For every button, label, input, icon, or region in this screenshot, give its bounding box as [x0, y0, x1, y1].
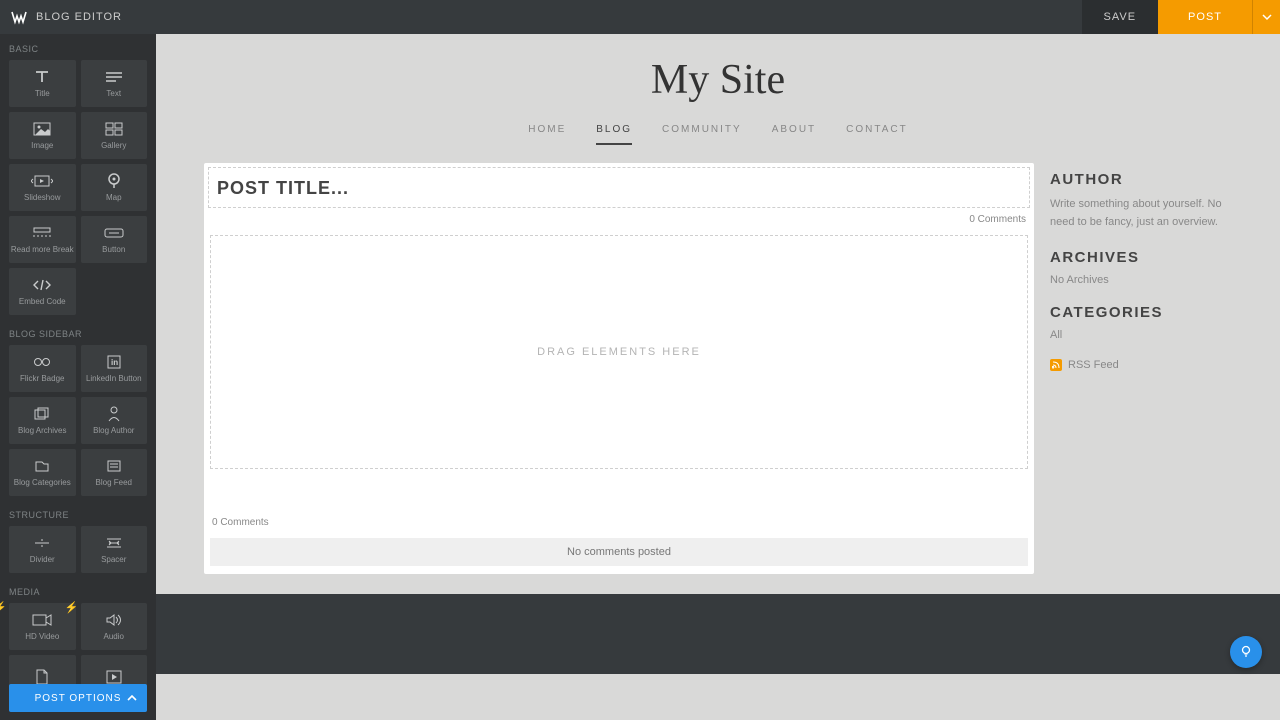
site-footer	[156, 594, 1280, 674]
post-card: POST TITLE... 0 Comments DRAG ELEMENTS H…	[204, 163, 1034, 574]
nav-community[interactable]: COMMUNITY	[662, 124, 742, 145]
element-slideshow[interactable]: Slideshow	[9, 164, 76, 211]
element-text[interactable]: Text	[81, 60, 148, 107]
archives-heading: ARCHIVES	[1050, 249, 1232, 266]
element-linkedin-button[interactable]: inLinkedIn Button	[81, 345, 148, 392]
categories-heading: CATEGORIES	[1050, 304, 1232, 321]
code-icon	[32, 276, 52, 294]
read-more-icon	[32, 224, 52, 242]
chevron-down-icon	[1262, 12, 1272, 22]
post-dropdown-button[interactable]	[1252, 0, 1280, 34]
lightning-icon: ⚡	[0, 601, 7, 614]
comments-count-bottom: 0 Comments	[208, 469, 1030, 538]
element-title[interactable]: Title	[9, 60, 76, 107]
site-nav: HOME BLOG COMMUNITY ABOUT CONTACT	[156, 114, 1280, 163]
video-icon	[32, 611, 52, 629]
feed-icon	[106, 457, 122, 475]
save-button[interactable]: SAVE	[1082, 0, 1159, 34]
section-header-blog-sidebar: BLOG SIDEBAR	[0, 319, 156, 345]
topbar: BLOG EDITOR SAVE POST	[0, 0, 1280, 34]
slideshow-icon	[31, 172, 53, 190]
categories-all-link[interactable]: All	[1050, 329, 1232, 341]
element-image[interactable]: Image	[9, 112, 76, 159]
elements-sidebar: BASIC Title Text Image Gallery Slideshow…	[0, 34, 156, 720]
element-map[interactable]: Map	[81, 164, 148, 211]
element-blog-categories[interactable]: Blog Categories	[9, 449, 76, 496]
help-button[interactable]	[1230, 636, 1262, 668]
weebly-logo-icon	[10, 8, 28, 26]
section-header-basic: BASIC	[0, 34, 156, 60]
title-icon	[32, 68, 52, 86]
divider-icon	[33, 534, 51, 552]
element-flickr-badge[interactable]: Flickr Badge	[9, 345, 76, 392]
author-icon	[107, 405, 121, 423]
post-title-placeholder: POST TITLE...	[217, 178, 349, 198]
element-blog-author[interactable]: Blog Author	[81, 397, 148, 444]
play-icon	[106, 668, 122, 686]
post-options-label: POST OPTIONS	[35, 693, 122, 704]
element-blog-archives[interactable]: Blog Archives	[9, 397, 76, 444]
gallery-icon	[105, 120, 123, 138]
element-embed-code[interactable]: Embed Code	[9, 268, 76, 315]
map-icon	[106, 172, 122, 190]
text-icon	[104, 68, 124, 86]
section-header-structure: STRUCTURE	[0, 500, 156, 526]
author-text[interactable]: Write something about yourself. No need …	[1050, 196, 1232, 231]
post-title-input[interactable]: POST TITLE...	[208, 167, 1030, 208]
document-icon	[35, 668, 49, 686]
nav-about[interactable]: ABOUT	[772, 124, 816, 145]
element-gallery[interactable]: Gallery	[81, 112, 148, 159]
nav-contact[interactable]: CONTACT	[846, 124, 908, 145]
site-title[interactable]: My Site	[156, 56, 1280, 104]
section-header-media: MEDIA	[0, 577, 156, 603]
element-button[interactable]: Button	[81, 216, 148, 263]
spacer-icon	[105, 534, 123, 552]
editor-canvas: My Site HOME BLOG COMMUNITY ABOUT CONTAC…	[156, 34, 1280, 720]
post-button[interactable]: POST	[1158, 0, 1252, 34]
drag-elements-area[interactable]: DRAG ELEMENTS HERE	[210, 235, 1028, 469]
nav-blog[interactable]: BLOG	[596, 124, 632, 145]
nav-home[interactable]: HOME	[528, 124, 566, 145]
blog-sidebar-widgets: AUTHOR Write something about yourself. N…	[1050, 163, 1232, 574]
categories-icon	[34, 457, 50, 475]
svg-text:in: in	[111, 358, 118, 367]
archives-icon	[33, 405, 51, 423]
no-comments-banner: No comments posted	[210, 538, 1028, 566]
rss-label: RSS Feed	[1068, 359, 1119, 371]
element-blog-feed[interactable]: Blog Feed	[81, 449, 148, 496]
drag-hint-label: DRAG ELEMENTS HERE	[537, 346, 701, 358]
element-read-more[interactable]: Read more Break	[9, 216, 76, 263]
lightning-icon: ⚡	[65, 601, 79, 614]
author-heading: AUTHOR	[1050, 171, 1232, 188]
app-title: BLOG EDITOR	[36, 11, 122, 23]
element-audio[interactable]: ⚡Audio	[81, 603, 148, 650]
linkedin-icon: in	[107, 353, 121, 371]
flickr-icon	[33, 353, 51, 371]
post-options-button[interactable]: POST OPTIONS	[9, 684, 147, 712]
audio-icon	[105, 611, 123, 629]
archives-text: No Archives	[1050, 274, 1232, 286]
rss-feed-link[interactable]: RSS Feed	[1050, 359, 1232, 371]
button-icon	[104, 224, 124, 242]
element-spacer[interactable]: Spacer	[81, 526, 148, 573]
image-icon	[33, 120, 51, 138]
chevron-up-icon	[127, 695, 137, 701]
element-divider[interactable]: Divider	[9, 526, 76, 573]
lightbulb-icon	[1239, 645, 1253, 659]
comments-count-top[interactable]: 0 Comments	[208, 208, 1030, 235]
rss-icon	[1050, 359, 1062, 371]
